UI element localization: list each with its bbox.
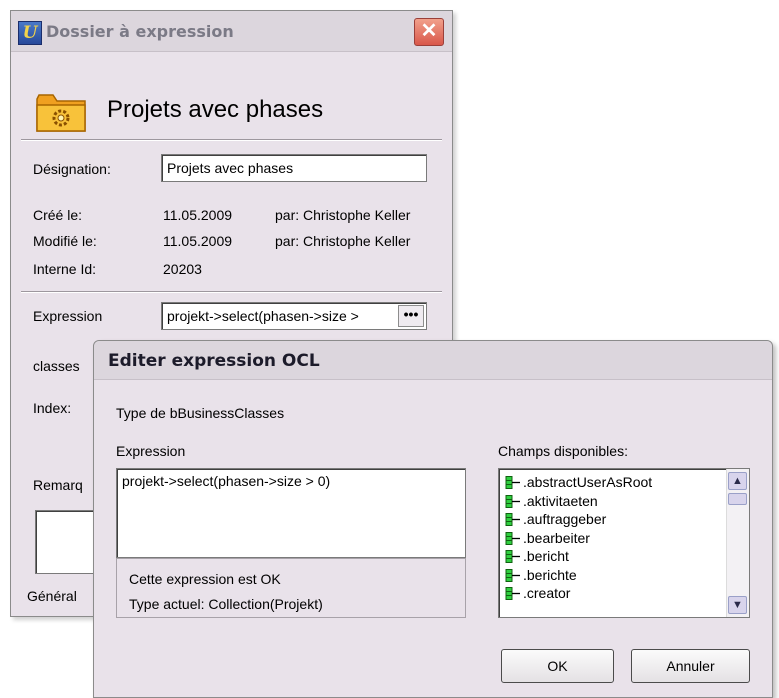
status-type: Type actuel: Collection(Projekt): [129, 596, 323, 612]
list-item[interactable]: .bericht: [499, 547, 749, 566]
ok-button[interactable]: OK: [501, 649, 614, 683]
header-title: Projets avec phases: [107, 96, 324, 123]
field-icon: [505, 568, 520, 582]
field-icon: [505, 476, 520, 489]
folder-gear-icon: [36, 94, 86, 132]
created-label: Créé le:: [33, 207, 83, 223]
field-name: .bearbeiter: [523, 529, 590, 546]
status-panel: Cette expression est OK Type actuel: Col…: [116, 558, 466, 618]
designation-field[interactable]: Projets avec phases: [161, 154, 427, 182]
field-icon: [505, 587, 520, 600]
list-item[interactable]: .berichte: [499, 566, 749, 585]
scrollbar[interactable]: ▲ ▼: [726, 469, 749, 617]
field-icon: [505, 550, 520, 563]
dialog-title: Editer expression OCL: [108, 351, 320, 371]
type-label: Type de bBusinessClasses: [116, 405, 285, 421]
field-name: .creator: [523, 585, 571, 601]
available-fields-list[interactable]: .abstractUserAsRoot .aktivitaeten .auftrag…: [498, 468, 750, 618]
expression-label: Expression: [116, 443, 186, 459]
separator: [21, 291, 442, 293]
dialog-title-bar: Editer expression OCL: [94, 341, 772, 380]
created-date: 11.05.2009: [163, 207, 233, 223]
field-icon: [505, 494, 520, 508]
chevron-up-icon[interactable]: ▲: [728, 472, 747, 490]
field-icon: [505, 513, 520, 526]
cancel-button[interactable]: Annuler: [631, 649, 750, 683]
field-name: .bericht: [523, 548, 569, 564]
separator: [21, 139, 442, 141]
list-item[interactable]: .creator: [499, 584, 749, 603]
chevron-down-icon[interactable]: ▼: [728, 596, 747, 614]
remark-label: Remarq: [33, 477, 83, 493]
list-item[interactable]: .abstractUserAsRoot: [499, 473, 749, 492]
tab-general[interactable]: Général: [27, 588, 77, 604]
expression-label: Expression: [33, 308, 103, 324]
field-name: .auftraggeber: [523, 511, 607, 527]
field-name: .aktivitaeten: [523, 492, 598, 509]
classes-label: classes: [33, 358, 80, 374]
close-icon: ✕: [420, 20, 438, 42]
expression-field[interactable]: projekt->select(phasen->size > •••: [161, 302, 427, 330]
status-ok: Cette expression est OK: [129, 571, 281, 587]
window-title: Dossier à expression: [46, 22, 234, 41]
app-logo-icon: U: [18, 21, 42, 45]
ellipsis-button[interactable]: •••: [398, 305, 424, 327]
ocl-expression-dialog: Editer expression OCL Type de bBusinessC…: [93, 340, 773, 698]
scrollbar-thumb[interactable]: [728, 493, 747, 505]
internal-id-label: Interne Id:: [33, 261, 97, 277]
modified-label: Modifié le:: [33, 233, 97, 249]
modified-by: par: Christophe Keller: [275, 233, 411, 249]
title-bar: U Dossier à expression ✕: [11, 11, 452, 52]
expression-value: projekt->select(phasen->size >: [167, 308, 359, 324]
index-label: Index:: [33, 400, 72, 416]
created-by: par: Christophe Keller: [275, 207, 411, 223]
modified-date: 11.05.2009: [163, 233, 233, 249]
designation-label: Désignation:: [33, 161, 111, 177]
list-item[interactable]: .auftraggeber: [499, 510, 749, 529]
internal-id-value: 20203: [163, 261, 202, 277]
fields-container: .abstractUserAsRoot .aktivitaeten .auftrag…: [499, 469, 749, 603]
field-icon: [505, 531, 520, 545]
field-name: .abstractUserAsRoot: [523, 474, 653, 490]
list-item[interactable]: .aktivitaeten: [499, 492, 749, 511]
close-button[interactable]: ✕: [414, 18, 444, 46]
list-item[interactable]: .bearbeiter: [499, 529, 749, 548]
available-fields-label: Champs disponibles:: [498, 443, 628, 459]
expression-textarea[interactable]: projekt->select(phasen->size > 0): [116, 468, 466, 558]
field-name: .berichte: [523, 566, 577, 583]
